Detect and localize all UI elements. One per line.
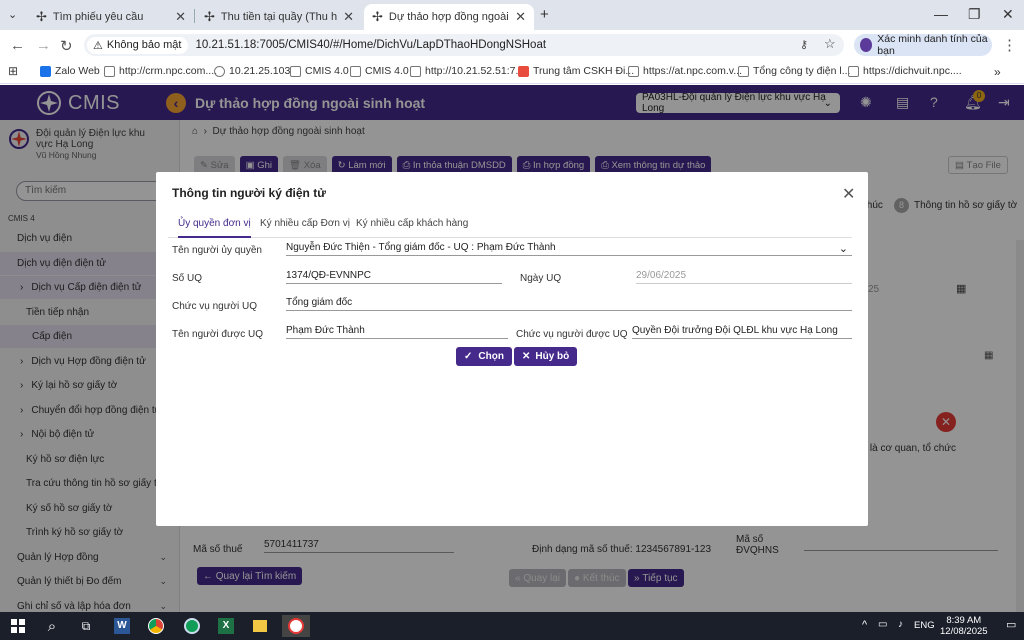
volume-icon[interactable]: ♪ bbox=[898, 619, 903, 630]
window-close-icon[interactable]: ✕ bbox=[1002, 6, 1014, 23]
auth-number-label: Số UQ bbox=[172, 273, 203, 284]
auth-date-label: Ngày UQ bbox=[520, 273, 562, 284]
notification-center-icon[interactable]: ▭ bbox=[1006, 618, 1016, 631]
tab-unit-authorization[interactable]: Ủy quyền đơn vị bbox=[178, 218, 251, 238]
close-tab-icon[interactable]: ✕ bbox=[343, 9, 354, 25]
browser-tab-strip: ⌄ ✢ Tìm phiếu yêu cầu ✕ ✢ Thu tiền tại q… bbox=[0, 0, 1024, 30]
tab-multi-level-unit[interactable]: Ký nhiều cấp Đơn vị bbox=[260, 218, 350, 238]
language-indicator[interactable]: ENG bbox=[914, 620, 935, 631]
globe-favicon-icon bbox=[104, 65, 115, 77]
url-text[interactable]: 10.21.51.18:7005/CMIS40/#/Home/DichVu/La… bbox=[196, 39, 547, 51]
cross-favicon-icon bbox=[738, 65, 749, 77]
apps-grid-icon[interactable]: ⊞ bbox=[8, 64, 18, 78]
globe-favicon-icon bbox=[410, 65, 421, 77]
profile-chip[interactable]: Xác minh danh tính của bạn bbox=[854, 33, 992, 57]
network-icon[interactable]: ▭ bbox=[878, 619, 887, 630]
incognito-icon bbox=[860, 38, 873, 52]
clock[interactable]: 8:39 AM 12/08/2025 bbox=[940, 615, 988, 637]
grantee-position-input[interactable]: Quyền Đội trưởng Đội QLĐL khu vực Hạ Lon… bbox=[632, 325, 852, 339]
authorizer-label: Tên người ủy quyền bbox=[172, 245, 262, 256]
clock-date: 12/08/2025 bbox=[940, 626, 988, 637]
auth-number-input[interactable]: 1374/QĐ-EVNNPC bbox=[286, 270, 502, 284]
cross-favicon-icon: ✢ bbox=[372, 9, 383, 24]
back-arrow-icon[interactable]: ← bbox=[10, 37, 25, 54]
not-secure-label: Không bảo mật bbox=[106, 39, 182, 51]
bookmark-item[interactable]: http://crm.npc.com.... bbox=[104, 65, 217, 77]
zalo-favicon-icon bbox=[40, 65, 51, 77]
grantee-position-label: Chức vụ người được UQ bbox=[516, 329, 628, 340]
signer-info-modal: Thông tin người ký điện tử ✕ Ủy quyền đơ… bbox=[156, 172, 868, 526]
more-bookmarks-icon[interactable]: » bbox=[994, 65, 1001, 79]
profile-label: Xác minh danh tính của bạn bbox=[877, 33, 988, 57]
windows-taskbar: ⌕ ⧉ W X ^ ▭ ♪ ENG 8:39 AM 12/08/2025 ▭ bbox=[0, 612, 1024, 640]
windows-start-icon[interactable] bbox=[4, 615, 32, 637]
minimize-icon[interactable]: — bbox=[934, 6, 948, 22]
globe-favicon-icon bbox=[214, 65, 225, 77]
browser-tab[interactable]: ✢ Tìm phiếu yêu cầu ✕ bbox=[28, 4, 194, 30]
clock-time: 8:39 AM bbox=[946, 615, 982, 626]
not-secure-chip[interactable]: ⚠ Không bảo mật bbox=[87, 36, 188, 54]
notification-app-icon[interactable] bbox=[282, 615, 310, 637]
cskh-favicon-icon bbox=[518, 65, 529, 77]
bookmark-star-icon[interactable]: ☆ bbox=[824, 36, 836, 52]
modal-tabs: Ủy quyền đơn vị Ký nhiều cấp Đơn vị Ký n… bbox=[168, 218, 852, 238]
search-icon[interactable]: ⌕ bbox=[38, 615, 66, 637]
tray-chevron-icon[interactable]: ^ bbox=[862, 619, 867, 631]
browser-tab[interactable]: ✢ Thu tiền tại quầy (Thu hộ, ứng t ✕ bbox=[196, 4, 362, 30]
tab-search-icon[interactable]: ⌄ bbox=[8, 8, 17, 21]
cross-favicon-icon bbox=[290, 65, 301, 77]
cross-favicon-icon bbox=[350, 65, 361, 77]
excel-app-icon[interactable]: X bbox=[212, 615, 240, 637]
bookmark-item[interactable]: Tổng công ty điện l... bbox=[738, 65, 850, 77]
bookmark-item[interactable]: Trung tâm CSKH Đi... bbox=[518, 65, 634, 77]
password-key-icon[interactable]: ⚷ bbox=[800, 38, 808, 51]
bookmarks-bar: ⊞ Zalo Web http://crm.npc.com.... 10.21.… bbox=[0, 60, 1024, 84]
file-explorer-icon[interactable] bbox=[246, 615, 274, 637]
bookmark-item[interactable]: Zalo Web bbox=[40, 65, 100, 77]
close-tab-icon[interactable]: ✕ bbox=[175, 9, 186, 25]
new-tab-button[interactable]: + bbox=[540, 6, 549, 23]
close-icon[interactable]: ✕ bbox=[842, 184, 855, 204]
warning-icon: ⚠ bbox=[93, 39, 103, 52]
bookmark-item[interactable]: http://10.21.52.51:7... bbox=[410, 65, 524, 77]
bookmark-item[interactable]: CMIS 4.0 bbox=[290, 65, 349, 77]
chrome-app-icon[interactable] bbox=[142, 615, 170, 637]
cross-favicon-icon: ✢ bbox=[204, 9, 215, 24]
choose-button[interactable]: ✓ Chọn bbox=[456, 347, 512, 366]
task-view-icon[interactable]: ⧉ bbox=[72, 615, 100, 637]
auth-date-input[interactable]: 29/06/2025 bbox=[636, 270, 852, 284]
tab-title: Thu tiền tại quầy (Thu hộ, ứng t bbox=[220, 11, 338, 23]
omnibox[interactable]: ⚠ Không bảo mật 10.21.51.18:7005/CMIS40/… bbox=[84, 34, 844, 56]
kebab-menu-icon[interactable]: ⋮ bbox=[1002, 36, 1017, 54]
modal-title: Thông tin người ký điện tử bbox=[172, 186, 326, 200]
tab-title: Dự thảo hợp đồng ngoài sinh h bbox=[388, 11, 509, 23]
doc-favicon-icon bbox=[628, 65, 639, 77]
bookmark-item[interactable]: 10.21.25.103 bbox=[214, 65, 290, 77]
close-icon: ✕ bbox=[522, 351, 531, 362]
tab-multi-level-customer[interactable]: Ký nhiều cấp khách hàng bbox=[356, 218, 468, 238]
chrome-app-icon-2[interactable] bbox=[178, 615, 206, 637]
cancel-button[interactable]: ✕ Hủy bỏ bbox=[514, 347, 578, 366]
auth-position-label: Chức vụ người UQ bbox=[172, 301, 257, 312]
word-app-icon[interactable]: W bbox=[108, 615, 136, 637]
grantee-label: Tên người được UQ bbox=[172, 329, 263, 340]
bookmark-item[interactable]: https://dichvuit.npc.... bbox=[848, 65, 962, 77]
reload-icon[interactable]: ↻ bbox=[60, 37, 73, 55]
tab-title: Tìm phiếu yêu cầu bbox=[52, 11, 144, 23]
auth-position-input[interactable]: Tổng giám đốc bbox=[286, 297, 852, 311]
address-bar-row: ← → ↻ ⚠ Không bảo mật 10.21.51.18:7005/C… bbox=[0, 30, 1024, 60]
authorizer-value: Nguyễn Đức Thiện - Tổng giám đốc - UQ : … bbox=[286, 242, 556, 253]
grantee-input[interactable]: Phạm Đức Thành bbox=[286, 325, 508, 339]
check-icon: ✓ bbox=[464, 351, 473, 362]
authorizer-select[interactable]: Nguyễn Đức Thiện - Tổng giám đốc - UQ : … bbox=[286, 242, 852, 256]
forward-arrow-icon[interactable]: → bbox=[36, 37, 51, 54]
maximize-icon[interactable]: ❐ bbox=[968, 6, 981, 23]
cross-favicon-icon: ✢ bbox=[36, 9, 47, 24]
chevron-down-icon: ⌄ bbox=[838, 243, 848, 255]
close-tab-icon[interactable]: ✕ bbox=[515, 9, 526, 25]
browser-tab-active[interactable]: ✢ Dự thảo hợp đồng ngoài sinh h ✕ bbox=[364, 4, 534, 30]
bookmark-item[interactable]: https://at.npc.com.v... bbox=[628, 65, 742, 77]
globe-favicon-icon bbox=[848, 65, 859, 77]
bookmark-item[interactable]: CMIS 4.0 bbox=[350, 65, 409, 77]
